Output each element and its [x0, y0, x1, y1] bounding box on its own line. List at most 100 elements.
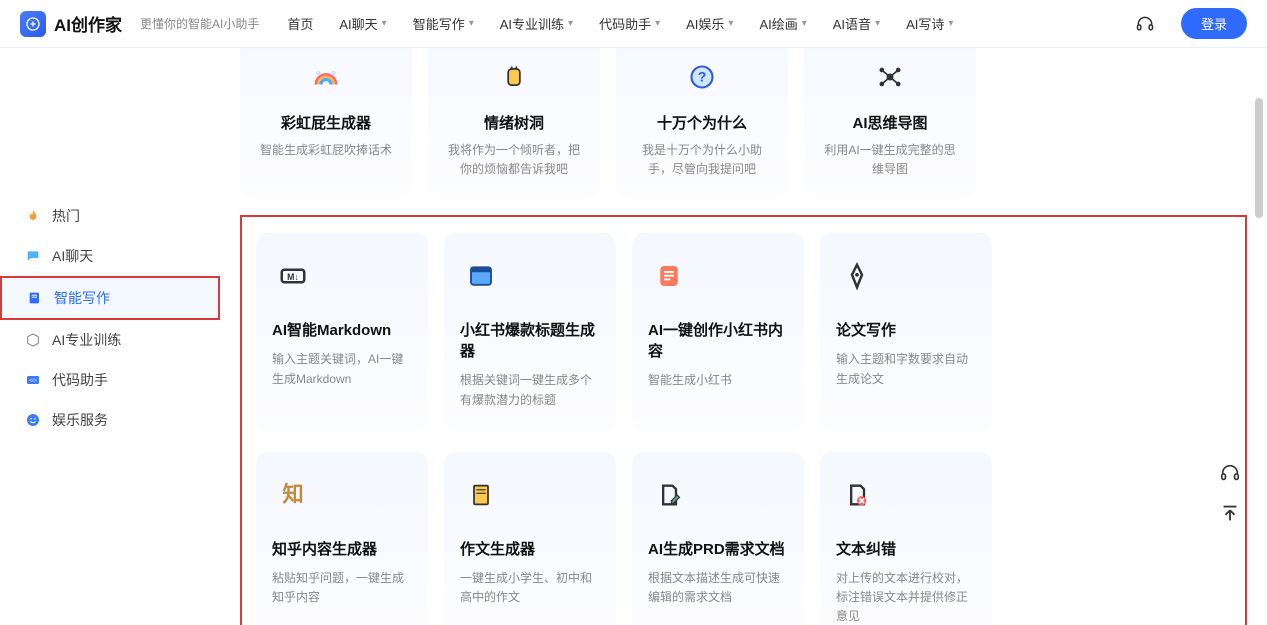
nav-item-8[interactable]: AI写诗 ▾ — [906, 14, 953, 33]
note-icon — [648, 255, 690, 297]
nav-item-5[interactable]: AI娱乐 ▾ — [686, 14, 733, 33]
support-float-icon[interactable] — [1217, 460, 1243, 486]
header: AI创作家 更懂你的智能AI小助手 首页AI聊天▾智能写作▾AI专业训练▾代码助… — [0, 0, 1267, 48]
card-title: 知乎内容生成器 — [272, 538, 412, 559]
chevron-down-icon: ▾ — [728, 18, 733, 29]
card-title: 情绪树洞 — [444, 112, 584, 133]
grid-card-0-0[interactable]: M↓ AI智能Markdown 输入主题关键词，AI一键生成Markdown — [256, 233, 428, 431]
grid-card-0-1[interactable]: 小红书爆款标题生成器根据关键词一键生成多个有爆款潜力的标题 — [444, 233, 616, 431]
card-title: 文本纠错 — [836, 538, 976, 559]
support-icon[interactable] — [1135, 14, 1155, 34]
chevron-down-icon: ▾ — [382, 18, 387, 29]
chevron-down-icon: ▾ — [655, 18, 660, 29]
nav-label: 首页 — [287, 14, 313, 33]
rainbow-icon — [305, 56, 347, 98]
card-title: 彩虹屁生成器 — [256, 112, 396, 133]
nav-item-3[interactable]: AI专业训练▾ — [500, 14, 573, 33]
docx-icon — [836, 474, 878, 516]
nav-label: AI绘画 — [759, 14, 797, 33]
card-desc: 智能生成小红书 — [648, 371, 788, 390]
grid-row-1: 知知乎内容生成器粘贴知乎问题，一键生成知乎内容作文生成器一键生成小学生、初中和高… — [256, 452, 1231, 625]
top-card-1[interactable]: 情绪树洞我将作为一个倾听者，把你的烦恼都告诉我吧 — [428, 48, 600, 197]
doc-icon — [460, 474, 502, 516]
card-title: AI一键创作小红书内容 — [648, 319, 788, 361]
header-tagline: 更懂你的智能AI小助手 — [140, 15, 259, 32]
sidebar-label: 热门 — [52, 206, 80, 226]
edit-icon — [26, 289, 44, 307]
chevron-down-icon: ▾ — [875, 18, 880, 29]
cube-icon — [24, 331, 42, 349]
chevron-down-icon: ▾ — [568, 18, 573, 29]
nav-label: AI聊天 — [339, 14, 377, 33]
svg-text:?: ? — [698, 69, 707, 85]
nav-label: 代码助手 — [599, 14, 651, 33]
grid-card-1-0[interactable]: 知知乎内容生成器粘贴知乎问题，一键生成知乎内容 — [256, 452, 428, 625]
nav-item-7[interactable]: AI语音 ▾ — [833, 14, 880, 33]
docpen-icon — [648, 474, 690, 516]
nav-item-4[interactable]: 代码助手 ▾ — [599, 14, 660, 33]
scrollbar[interactable] — [1253, 48, 1265, 618]
card-title: 论文写作 — [836, 319, 976, 340]
chevron-down-icon: ▾ — [469, 18, 474, 29]
code-icon: </> — [24, 371, 42, 389]
nav-item-2[interactable]: 智能写作 ▾ — [413, 14, 474, 33]
top-card-0[interactable]: 彩虹屁生成器智能生成彩虹屁吹捧话术 — [240, 48, 412, 197]
chevron-down-icon: ▾ — [802, 18, 807, 29]
sidebar: 热门 AI聊天智能写作 AI专业训练 </> 代码助手娱乐服务 — [0, 48, 220, 625]
chat-icon — [24, 247, 42, 265]
nav-label: AI写诗 — [906, 14, 944, 33]
nav-label: AI娱乐 — [686, 14, 724, 33]
top-card-3[interactable]: AI思维导图利用AI一键生成完整的思维导图 — [804, 48, 976, 197]
zhi-icon: 知 — [272, 474, 314, 516]
nav-label: AI语音 — [833, 14, 871, 33]
card-title: AI思维导图 — [820, 112, 960, 133]
grid-card-1-3[interactable]: 文本纠错对上传的文本进行校对，标注错误文本并提供修正意见 — [820, 452, 992, 625]
card-desc: 一键生成小学生、初中和高中的作文 — [460, 569, 600, 607]
login-button[interactable]: 登录 — [1181, 8, 1247, 39]
nav-item-1[interactable]: AI聊天 ▾ — [339, 14, 386, 33]
top-card-2[interactable]: ? 十万个为什么我是十万个为什么小助手，尽管向我提问吧 — [616, 48, 788, 197]
card-title: 作文生成器 — [460, 538, 600, 559]
sidebar-label: AI聊天 — [52, 246, 93, 266]
top-nav: 首页AI聊天▾智能写作▾AI专业训练▾代码助手▾AI娱乐▾AI绘画▾AI语音▾A… — [287, 14, 1127, 33]
card-title: 小红书爆款标题生成器 — [460, 319, 600, 361]
fire-icon — [24, 207, 42, 225]
logo[interactable]: AI创作家 — [20, 11, 122, 37]
main-content: 彩虹屁生成器智能生成彩虹屁吹捧话术情绪树洞我将作为一个倾听者，把你的烦恼都告诉我… — [220, 48, 1267, 625]
sidebar-item-3[interactable]: AI专业训练 — [0, 320, 220, 360]
nav-item-6[interactable]: AI绘画 ▾ — [759, 14, 806, 33]
card-desc: 智能生成彩虹屁吹捧话术 — [256, 141, 396, 160]
card-desc: 对上传的文本进行校对，标注错误文本并提供修正意见 — [836, 569, 976, 625]
sidebar-item-5[interactable]: 娱乐服务 — [0, 400, 220, 440]
grid-card-0-2[interactable]: AI一键创作小红书内容智能生成小红书 — [632, 233, 804, 431]
nav-item-0[interactable]: 首页 — [287, 14, 313, 33]
sidebar-label: 智能写作 — [54, 288, 110, 308]
pen-icon — [836, 255, 878, 297]
grid-card-0-3[interactable]: 论文写作输入主题和字数要求自动生成论文 — [820, 233, 992, 431]
card-title: AI智能Markdown — [272, 319, 412, 340]
card-desc: 我将作为一个倾听者，把你的烦恼都告诉我吧 — [444, 141, 584, 179]
back-to-top-icon[interactable] — [1217, 500, 1243, 526]
sidebar-item-2[interactable]: 智能写作 — [0, 276, 220, 320]
nav-label: 智能写作 — [413, 14, 465, 33]
sidebar-label: 娱乐服务 — [52, 410, 108, 430]
card-desc: 输入主题和字数要求自动生成论文 — [836, 350, 976, 388]
card-title: AI生成PRD需求文档 — [648, 538, 788, 559]
sidebar-item-0[interactable]: 热门 — [0, 196, 220, 236]
scroll-thumb[interactable] — [1255, 98, 1263, 218]
sidebar-item-1[interactable]: AI聊天 — [0, 236, 220, 276]
card-title: 十万个为什么 — [632, 112, 772, 133]
sidebar-item-4[interactable]: </> 代码助手 — [0, 360, 220, 400]
logo-icon — [20, 11, 46, 37]
card-desc: 输入主题关键词，AI一键生成Markdown — [272, 350, 412, 388]
chevron-down-icon: ▾ — [948, 18, 953, 29]
grid-card-1-2[interactable]: AI生成PRD需求文档根据文本描述生成可快速编辑的需求文档 — [632, 452, 804, 625]
card-desc: 我是十万个为什么小助手，尽管向我提问吧 — [632, 141, 772, 179]
grid-card-1-1[interactable]: 作文生成器一键生成小学生、初中和高中的作文 — [444, 452, 616, 625]
mindmap-icon — [869, 56, 911, 98]
svg-text:M↓: M↓ — [287, 272, 299, 282]
question-icon: ? — [681, 56, 723, 98]
svg-text:</>: </> — [29, 378, 37, 384]
window-icon — [460, 255, 502, 297]
sidebar-label: 代码助手 — [52, 370, 108, 390]
